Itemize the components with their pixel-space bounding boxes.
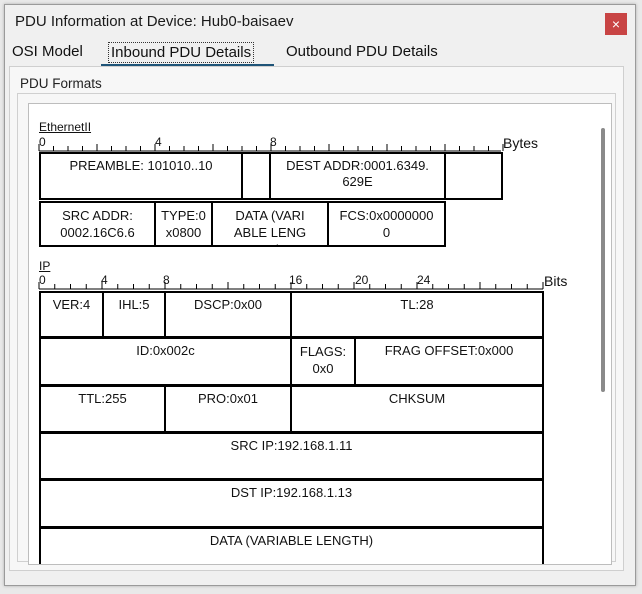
fragment-offset-field: FRAG OFFSET:0x000 bbox=[354, 337, 544, 386]
src-addr-field: SRC ADDR: 0002.16C6.6 C02 bbox=[39, 201, 156, 247]
destination-ip-field: DST IP:192.168.1.13 bbox=[39, 479, 544, 528]
identification-field: ID:0x002c bbox=[39, 337, 292, 386]
ethernet-unit-label: Bytes bbox=[503, 135, 539, 151]
ihl-field: IHL:5 bbox=[102, 291, 166, 338]
tab-inbound-pdu-details[interactable]: Inbound PDU Details bbox=[108, 42, 255, 63]
title-bar: PDU Information at Device: Hub0-baisaev … bbox=[5, 5, 635, 41]
ip-ruler-number: 0 bbox=[39, 273, 46, 287]
tab-osi-model[interactable]: OSI Model bbox=[12, 41, 83, 63]
ethernet-ruler-number: 8 bbox=[270, 135, 277, 149]
pdu-formats-legend: PDU Formats bbox=[20, 76, 102, 91]
pdu-formats-scroll-area[interactable]: EthernetII 0 4 8 Bytes PREAMBLE: 101010.… bbox=[28, 103, 612, 565]
preamble-field: PREAMBLE: 101010..10 bbox=[39, 152, 243, 200]
type-field: TYPE:0 x0800 bbox=[154, 201, 213, 247]
ethernet-section-label: EthernetII bbox=[39, 120, 92, 134]
ip-section-label: IP bbox=[39, 259, 51, 273]
total-length-field: TL:28 bbox=[290, 291, 544, 338]
close-icon[interactable]: × bbox=[605, 13, 627, 35]
data-variable-length-field: DATA (VARI ABLE LENG TH) bbox=[211, 201, 329, 247]
ip-ruler-number: 4 bbox=[101, 273, 108, 287]
ip-unit-label: Bits bbox=[544, 273, 568, 289]
checksum-field: CHKSUM bbox=[290, 385, 544, 433]
ethernet-filler-field bbox=[444, 152, 503, 200]
dscp-field: DSCP:0x00 bbox=[164, 291, 292, 338]
ver-field: VER:4 bbox=[39, 291, 104, 338]
ip-ruler-number: 24 bbox=[417, 273, 431, 287]
ip-data-field: DATA (VARIABLE LENGTH) bbox=[39, 527, 544, 564]
scrollbar-thumb[interactable] bbox=[601, 128, 605, 392]
ttl-field: TTL:255 bbox=[39, 385, 166, 433]
window-title: PDU Information at Device: Hub0-baisaev bbox=[15, 13, 294, 30]
flags-field: FLAGS: 0x0 bbox=[290, 337, 356, 386]
protocol-field: PRO:0x01 bbox=[164, 385, 292, 433]
ethernet-ruler-number: 4 bbox=[155, 135, 162, 149]
ethernet-ruler-number: 0 bbox=[39, 135, 46, 149]
ip-ruler-number: 16 bbox=[289, 273, 303, 287]
dest-addr-field: DEST ADDR:0001.6349. 629E bbox=[269, 152, 446, 200]
fcs-field: FCS:0x0000000 0 bbox=[327, 201, 446, 247]
tab-outbound-pdu-details[interactable]: Outbound PDU Details bbox=[286, 41, 438, 63]
sfd-field bbox=[241, 152, 271, 200]
source-ip-field: SRC IP:192.168.1.11 bbox=[39, 432, 544, 480]
ip-ruler-number: 8 bbox=[163, 273, 170, 287]
ip-ruler-number: 20 bbox=[355, 273, 369, 287]
